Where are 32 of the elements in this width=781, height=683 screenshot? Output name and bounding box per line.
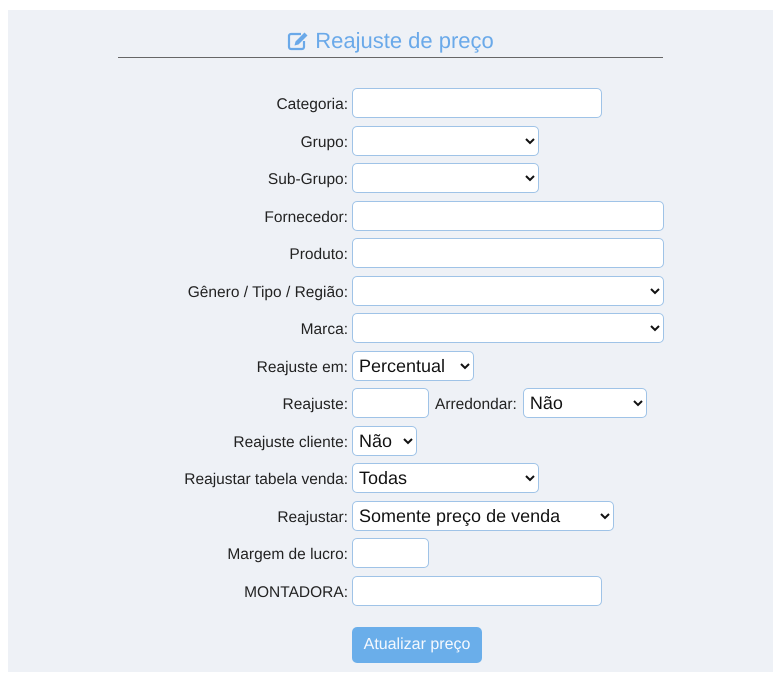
select-field[interactable]: Não <box>352 426 417 456</box>
input-field[interactable] <box>352 388 429 418</box>
field-label: MONTADORA: <box>243 582 348 602</box>
select-field[interactable] <box>352 276 664 306</box>
field-label: Marca: <box>300 320 348 339</box>
page-title: Reajuste de preço <box>315 27 494 55</box>
field-label: Fornecedor: <box>263 208 348 226</box>
field-label: Produto: <box>288 245 348 264</box>
field-label: Categoria: <box>275 95 348 114</box>
field-label: Reajuste: <box>282 395 348 414</box>
input-field[interactable] <box>352 88 602 118</box>
select-field[interactable] <box>352 163 539 193</box>
field-label: Reajustar tabela venda: <box>183 470 348 489</box>
select-field[interactable]: Todas <box>352 463 539 493</box>
field-label: Reajustar: <box>276 508 348 526</box>
input-field[interactable] <box>352 238 664 268</box>
input-field[interactable] <box>352 200 664 230</box>
field-label: Reajuste em: <box>256 358 348 376</box>
edit-icon <box>287 31 310 51</box>
select-field[interactable] <box>352 126 539 156</box>
input-field[interactable] <box>352 538 429 568</box>
select-field[interactable]: Somente preço de venda <box>352 500 614 530</box>
field-label: Margem de lucro: <box>226 545 348 564</box>
select-field[interactable] <box>352 313 664 343</box>
field-label: Grupo: <box>300 132 348 152</box>
field-label: Arredondar: <box>435 395 517 414</box>
field-label: Gênero / Tipo / Região: <box>186 282 348 302</box>
select-field[interactable]: Percentual <box>352 350 474 380</box>
input-field[interactable] <box>352 576 602 606</box>
field-label: Reajuste cliente: <box>232 432 348 452</box>
field-label: Sub-Grupo: <box>266 170 348 189</box>
select-field[interactable]: Não <box>522 388 647 418</box>
